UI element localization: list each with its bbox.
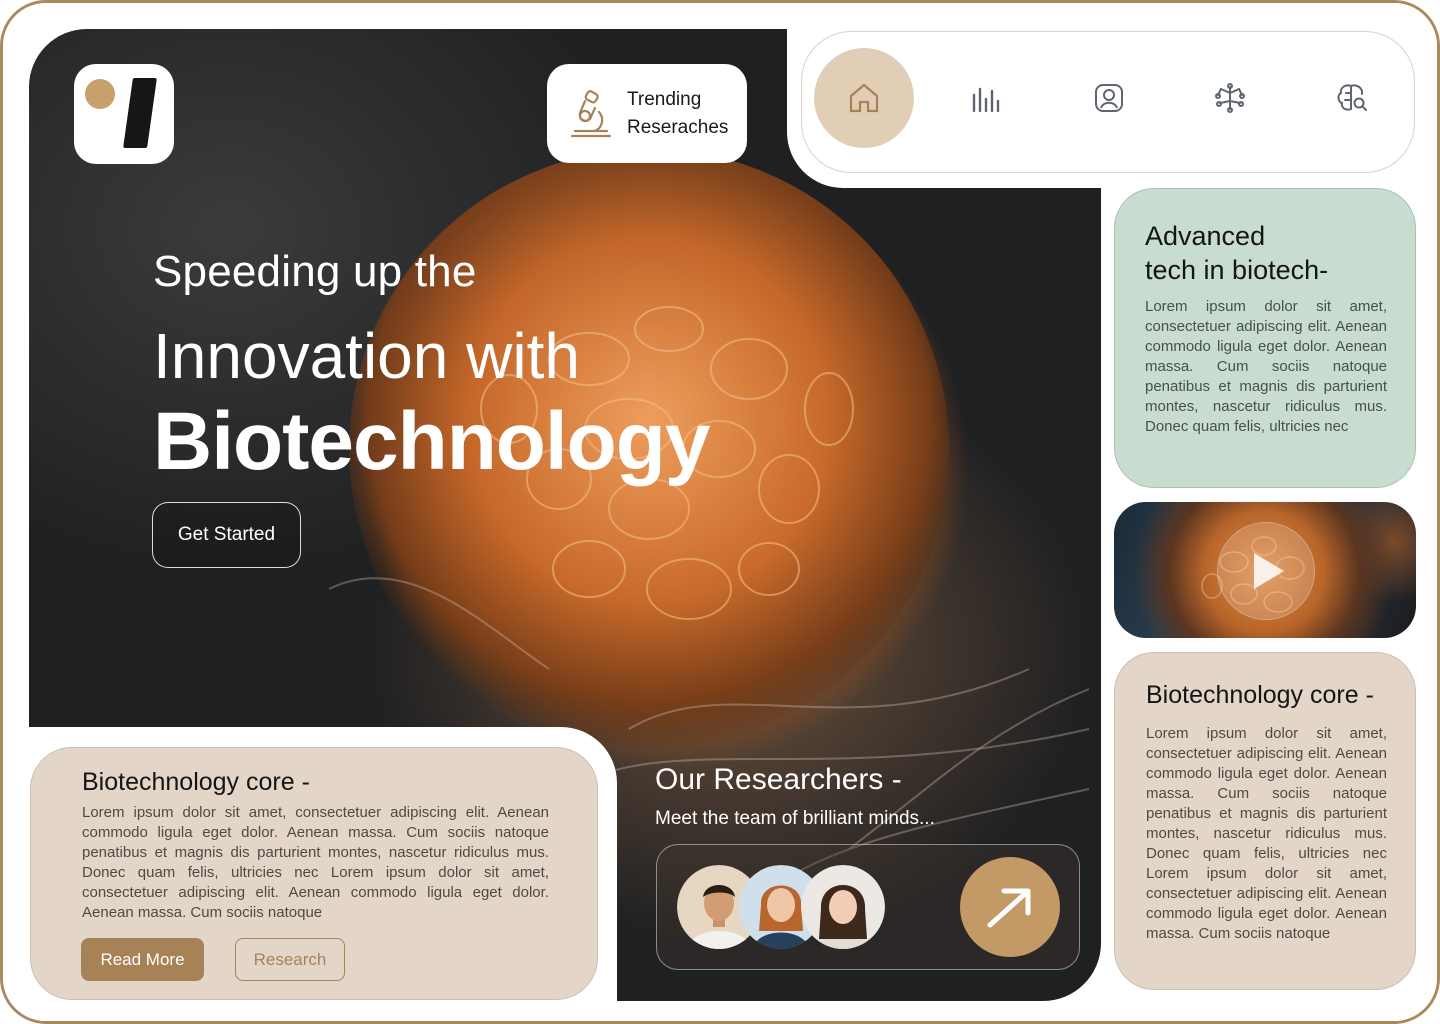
core-card-left-title: Biotechnology core - (82, 768, 310, 796)
hero-headline-line1: Speeding up the (153, 247, 477, 296)
advanced-card-body: Lorem ipsum dolor sit amet, consectetuer… (1145, 298, 1387, 435)
play-button[interactable] (1217, 522, 1315, 620)
hero-headline-line3: Biotechnology (153, 396, 710, 487)
nav-molecules[interactable] (1180, 48, 1280, 148)
biotech-core-card-right[interactable]: Biotechnology core - Lorem ipsum dolor s… (1114, 652, 1416, 990)
read-more-button[interactable]: Read More (81, 938, 204, 981)
advanced-tech-card[interactable]: Advanced tech in biotech- Lorem ipsum do… (1114, 188, 1416, 488)
advanced-card-title-line1: Advanced (1145, 221, 1266, 251)
molecule-icon (1215, 83, 1245, 113)
trending-label-line2: Reseraches (627, 116, 729, 138)
play-icon (1254, 553, 1284, 589)
researchers-title: Our Researchers - (655, 763, 902, 796)
researchers-subtitle: Meet the team of brilliant minds... (655, 808, 935, 829)
logo-dot (85, 79, 115, 109)
avatar-woman-brunette[interactable] (801, 865, 885, 949)
brain-search-icon (1337, 84, 1367, 111)
core-card-right-title: Biotechnology core - (1146, 681, 1374, 709)
research-button[interactable]: Research (235, 938, 345, 981)
app-frame: Trending Reseraches Speeding up the Inno… (0, 0, 1440, 1024)
nav-analytics[interactable] (936, 48, 1036, 148)
bar-chart-icon (972, 87, 1000, 113)
advanced-card-title-line2: tech in biotech- (1145, 255, 1329, 285)
trending-label-line1: Trending (627, 88, 702, 110)
brand-logo[interactable] (74, 64, 174, 164)
home-icon (849, 83, 879, 113)
top-navigation (801, 31, 1415, 173)
arrow-up-right-icon (987, 888, 1031, 928)
nav-brain-search[interactable] (1302, 48, 1402, 148)
frame-margin-bottom (3, 1001, 1437, 1021)
researchers-arrow-button[interactable] (960, 857, 1060, 957)
core-card-right-body: Lorem ipsum dolor sit amet, consectetuer… (1146, 725, 1387, 942)
microscope-icon (570, 89, 612, 137)
logo-bar (123, 78, 157, 148)
nav-profile[interactable] (1059, 48, 1159, 148)
get-started-button[interactable]: Get Started (152, 502, 301, 568)
hero-headline-line2: Innovation with (153, 320, 580, 392)
core-card-left-body: Lorem ipsum dolor sit amet, consectetuer… (82, 804, 549, 921)
nav-home[interactable] (814, 48, 914, 148)
trending-researches-button[interactable]: Trending Reseraches (547, 64, 747, 163)
user-profile-icon (1095, 84, 1123, 112)
